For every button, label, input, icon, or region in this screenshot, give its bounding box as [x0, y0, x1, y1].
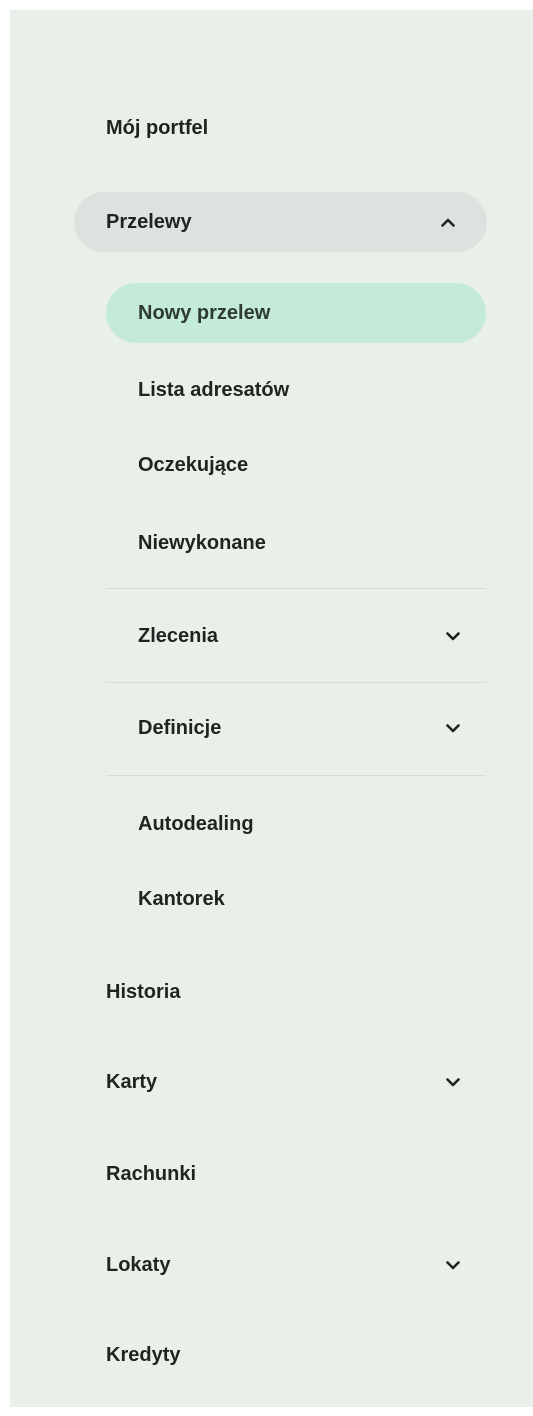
nav-item-transfers[interactable]: Przelewy: [74, 192, 487, 252]
nav-subitem-failed[interactable]: Niewykonane: [138, 523, 486, 563]
chevron-down-icon: [446, 1075, 460, 1089]
divider: [106, 682, 486, 683]
divider: [106, 775, 486, 776]
nav-subitem-autodealing[interactable]: Autodealing: [138, 804, 486, 844]
nav-item-deposits[interactable]: Lokaty: [106, 1245, 466, 1285]
chevron-down-icon: [446, 1258, 460, 1272]
nav-item-cards[interactable]: Karty: [106, 1062, 466, 1102]
nav-item-label: Nowy przelew: [138, 302, 271, 324]
sidebar-nav: Mój portfel Przelewy Nowy przelew Lista …: [10, 10, 533, 1407]
chevron-down-icon: [446, 629, 460, 643]
nav-subitem-kantorek[interactable]: Kantorek: [138, 879, 486, 919]
nav-item-label: Rachunki: [106, 1163, 197, 1185]
nav-item-label: Karty: [106, 1071, 158, 1093]
nav-item-label: Historia: [106, 981, 181, 1003]
nav-item-label: Oczekujące: [138, 454, 249, 476]
nav-item-label: Lokaty: [106, 1254, 171, 1276]
nav-subitem-pending[interactable]: Oczekujące: [138, 445, 486, 485]
nav-subitem-definitions[interactable]: Definicje: [138, 708, 486, 748]
nav-item-label: Przelewy: [106, 211, 192, 233]
nav-item-label: Kredyty: [106, 1344, 181, 1366]
nav-item-portfolio[interactable]: Mój portfel: [106, 108, 466, 148]
nav-item-label: Niewykonane: [138, 532, 266, 554]
nav-item-label: Zlecenia: [138, 625, 219, 647]
nav-item-label: Definicje: [138, 717, 222, 739]
nav-item-label: Lista adresatów: [138, 379, 290, 401]
nav-item-label: Mój portfel: [106, 117, 209, 139]
nav-item-accounts[interactable]: Rachunki: [106, 1154, 466, 1194]
nav-subitem-recipients[interactable]: Lista adresatów: [138, 370, 486, 410]
divider: [106, 588, 486, 589]
nav-subitem-new-transfer[interactable]: Nowy przelew: [106, 283, 486, 343]
nav-item-label: Autodealing: [138, 813, 254, 835]
nav-subitem-orders[interactable]: Zlecenia: [138, 616, 486, 656]
nav-item-loans[interactable]: Kredyty: [106, 1335, 466, 1375]
chevron-up-icon: [441, 215, 455, 229]
chevron-down-icon: [446, 721, 460, 735]
nav-item-history[interactable]: Historia: [106, 972, 466, 1012]
nav-item-label: Kantorek: [138, 888, 225, 910]
